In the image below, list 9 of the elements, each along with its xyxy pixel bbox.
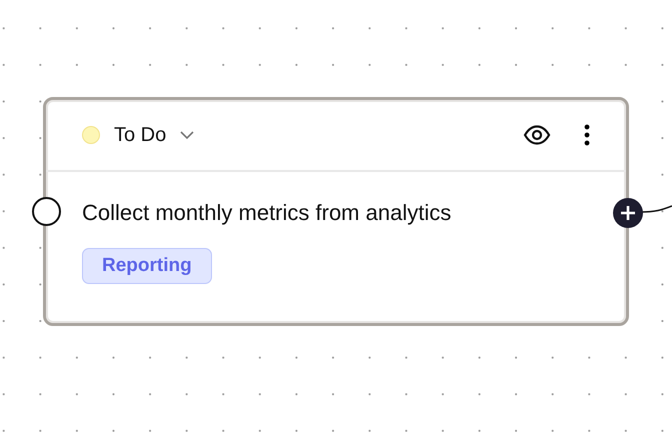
tag: Reporting — [82, 248, 212, 284]
chevron-down-icon — [180, 130, 194, 140]
connector-line — [640, 205, 672, 213]
connection-handle[interactable] — [32, 197, 61, 226]
more-menu-icon[interactable] — [584, 124, 590, 146]
add-icon[interactable] — [613, 198, 643, 228]
task-title: Collect monthly metrics from analytics — [82, 200, 452, 226]
status-dropdown[interactable]: To Do — [82, 124, 194, 146]
eye-icon[interactable] — [523, 125, 551, 145]
